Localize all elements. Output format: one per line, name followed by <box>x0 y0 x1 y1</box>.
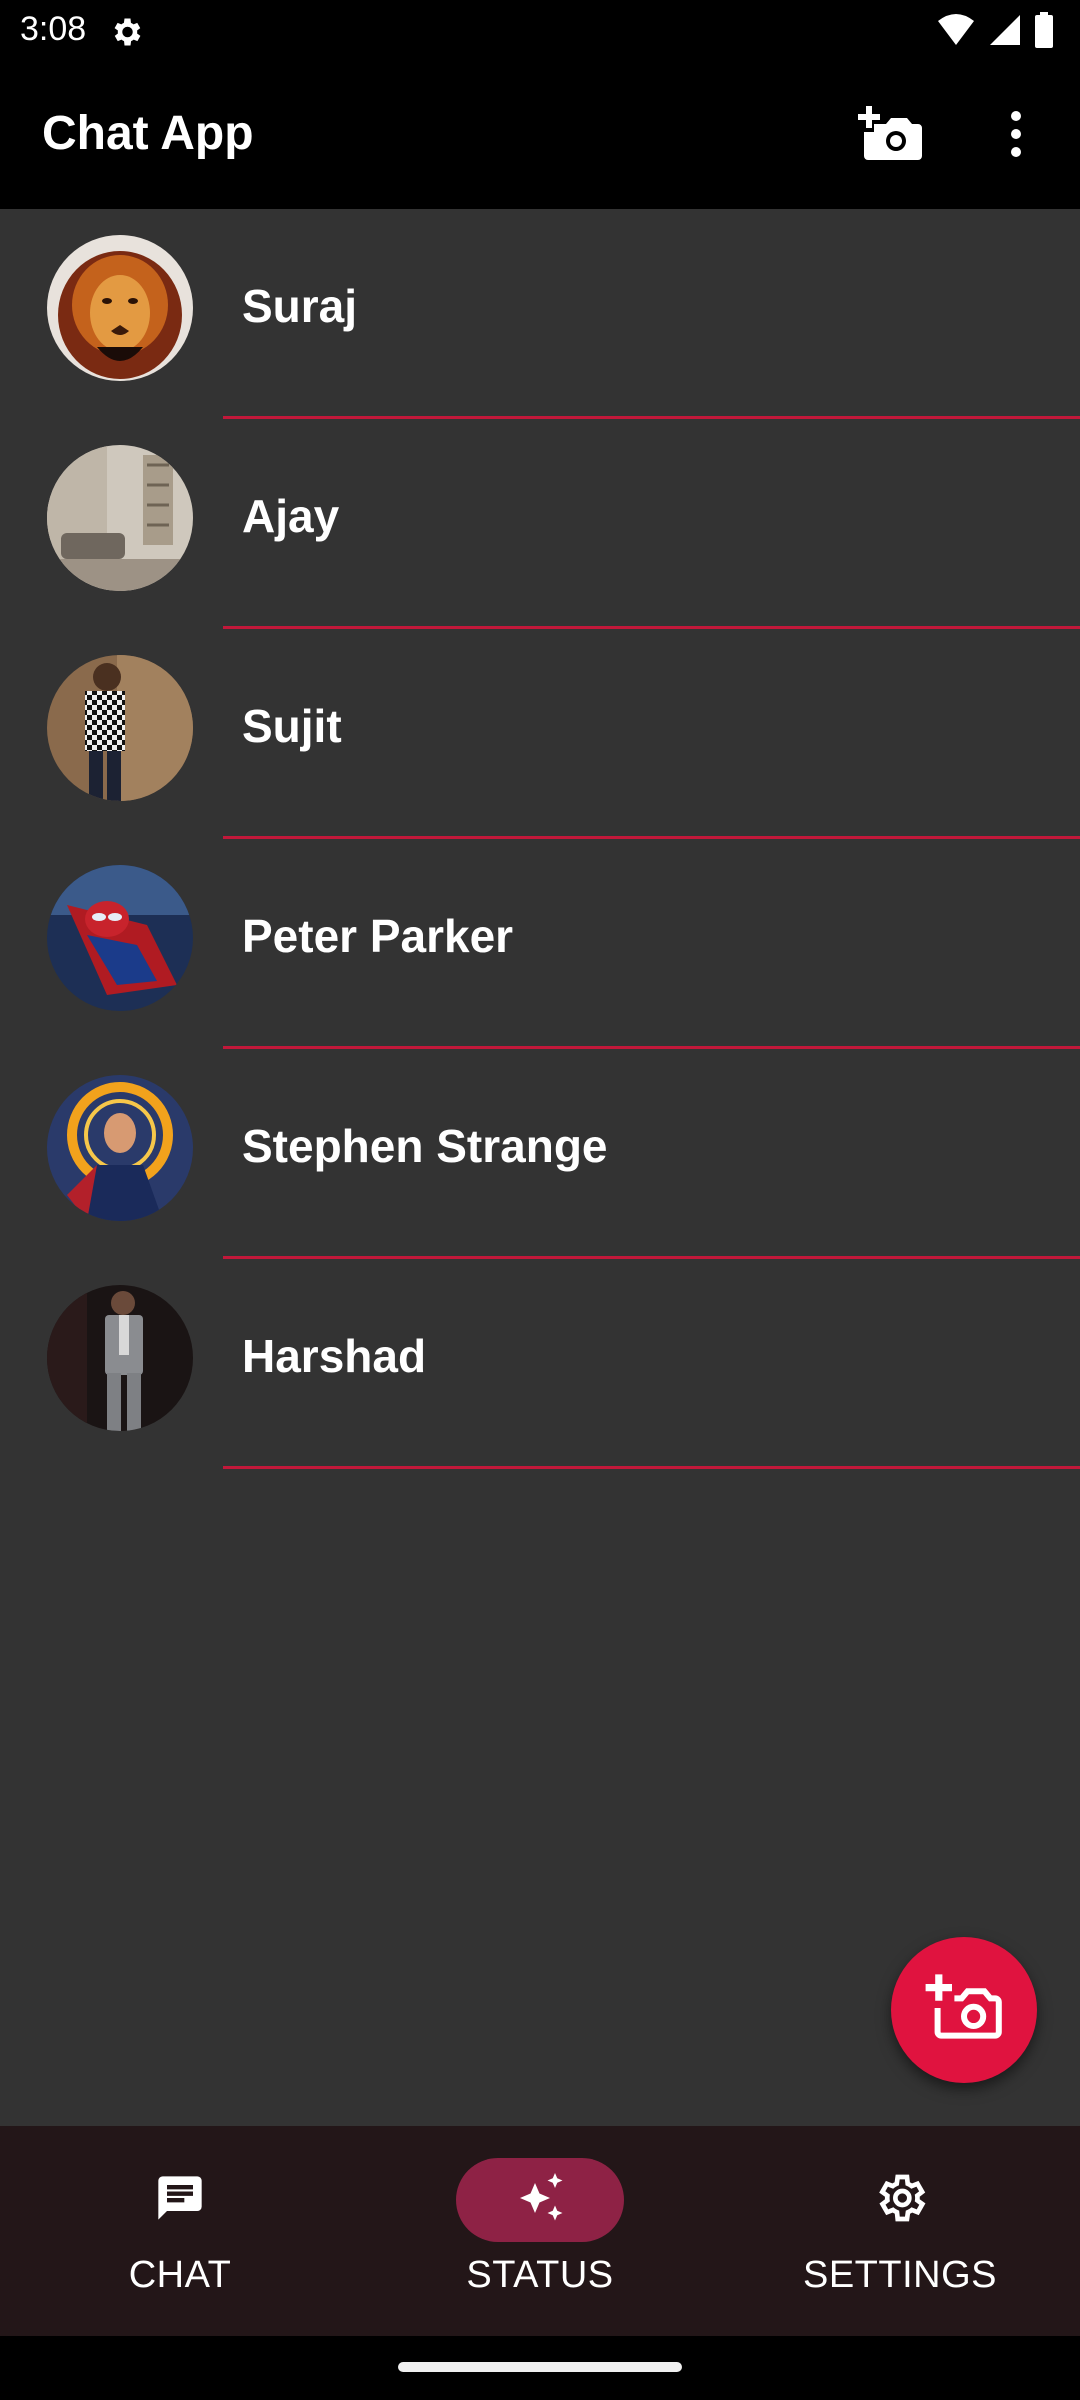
add-status-fab[interactable] <box>891 1937 1037 2083</box>
contact-name: Sujit <box>242 700 342 752</box>
nav-settings[interactable]: SETTINGS <box>720 2126 1080 2336</box>
settings-icon <box>872 2170 928 2231</box>
add-photo-icon <box>858 104 922 169</box>
contact-row[interactable]: Peter Parker <box>0 839 1080 1049</box>
add-photo-button[interactable] <box>854 100 926 172</box>
contact-name: Harshad <box>242 1330 427 1382</box>
nav-chat-icon-container <box>96 2158 264 2242</box>
gesture-bar <box>0 2336 1080 2400</box>
spiderman-avatar <box>47 865 193 1011</box>
more-vert-icon <box>1008 110 1024 163</box>
nav-settings-label: SETTINGS <box>802 2254 998 2296</box>
screen: 3:08 Chat App Suraj Ajay Sujit Peter Par… <box>0 0 1080 2400</box>
contact-list: Suraj Ajay Sujit Peter Parker Stephen St… <box>0 209 1080 1469</box>
more-options-button[interactable] <box>980 100 1052 172</box>
chat-icon <box>154 2172 206 2229</box>
home-handle[interactable] <box>398 2362 682 2372</box>
sparkle-icon <box>510 2168 570 2233</box>
lion-avatar <box>47 235 193 381</box>
battery-icon <box>1034 11 1054 53</box>
contact-name: Ajay <box>242 490 340 542</box>
nav-chat[interactable]: CHAT <box>0 2126 360 2336</box>
app-title: Chat App <box>42 107 254 160</box>
doctor-strange-avatar <box>47 1075 193 1221</box>
bottom-navigation: CHAT STATUS SETTINGS <box>0 2126 1080 2336</box>
status-time: 3:08 <box>20 10 87 48</box>
checkered-shirt-avatar <box>47 655 193 801</box>
contact-name: Stephen Strange <box>242 1120 608 1172</box>
contact-row[interactable]: Sujit <box>0 629 1080 839</box>
divider <box>223 1466 1080 1469</box>
nav-settings-icon-container <box>816 2158 984 2242</box>
status-bar: 3:08 <box>0 0 1080 62</box>
contact-row[interactable]: Harshad <box>0 1259 1080 1469</box>
status-icons <box>936 11 1054 53</box>
nav-status-icon-container <box>456 2158 624 2242</box>
nav-chat-label: CHAT <box>128 2254 232 2296</box>
contact-row[interactable]: Suraj <box>0 209 1080 419</box>
grey-suit-avatar <box>47 1285 193 1431</box>
nav-status-label: STATUS <box>466 2254 614 2296</box>
nav-status[interactable]: STATUS <box>360 2126 720 2336</box>
contact-row[interactable]: Ajay <box>0 419 1080 629</box>
wifi-icon <box>936 13 976 52</box>
gear-icon <box>108 14 144 50</box>
contact-name: Suraj <box>242 280 358 332</box>
signal-icon <box>988 13 1022 52</box>
room-avatar <box>47 445 193 591</box>
contact-row[interactable]: Stephen Strange <box>0 1049 1080 1259</box>
contact-name: Peter Parker <box>242 910 514 962</box>
app-bar: Chat App <box>0 62 1080 209</box>
add-photo-icon <box>924 1972 1004 2049</box>
